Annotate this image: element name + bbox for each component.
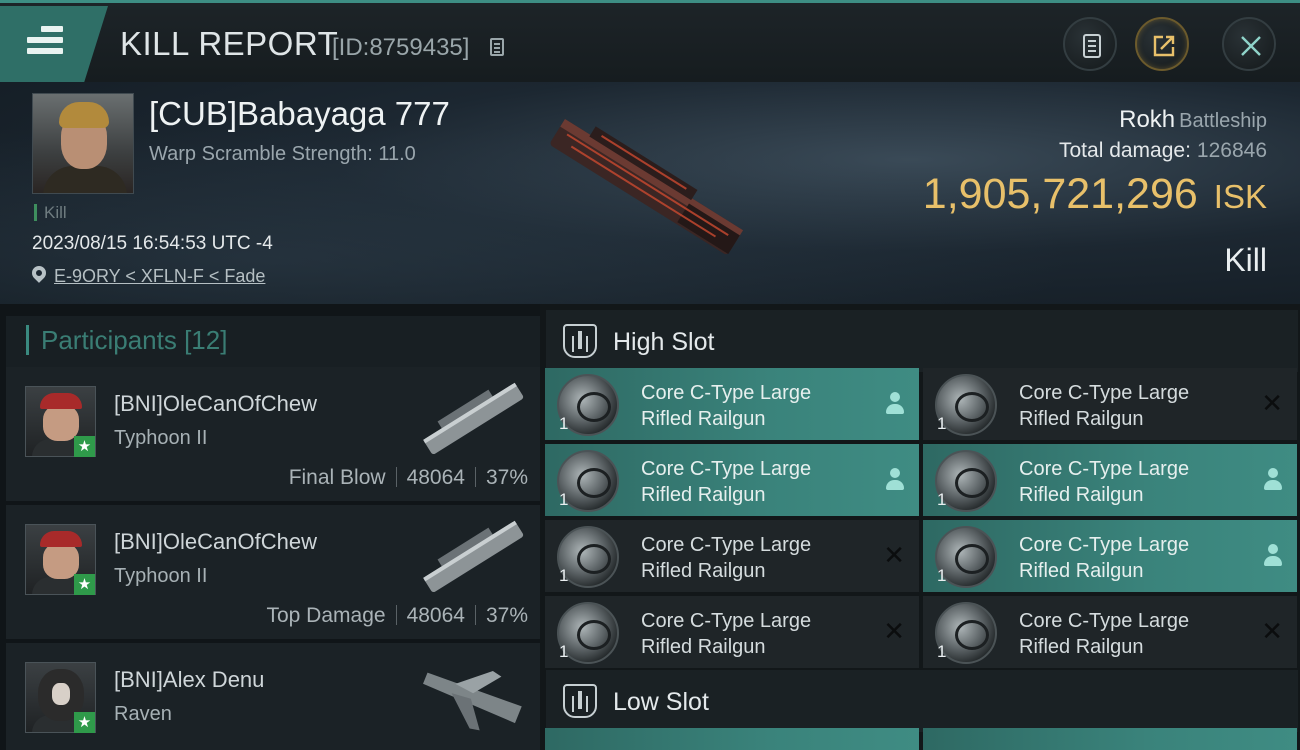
destroyed-x-icon: ✕ xyxy=(1261,388,1283,418)
module-slot-partial[interactable] xyxy=(923,728,1297,750)
victim-ship-name: Rokh Battleship xyxy=(1119,106,1267,133)
close-button[interactable] xyxy=(1222,17,1276,71)
copy-icon[interactable] xyxy=(490,38,504,56)
page-title: KILL REPORT xyxy=(120,25,339,62)
destroyed-x-icon: ✕ xyxy=(883,616,905,646)
participant-percent: 37% xyxy=(485,466,528,489)
participant-row[interactable]: ★ [BNI]OleCanOfChew Typhoon II Top Damag… xyxy=(6,505,540,639)
victim-panel: [CUB]Babayaga 777 Warp Scramble Strength… xyxy=(0,82,1300,304)
victim-portrait[interactable] xyxy=(32,93,134,194)
participant-name: [BNI]OleCanOfChew xyxy=(114,529,317,554)
participant-ship-image xyxy=(423,671,522,731)
isk-unit: ISK xyxy=(1213,178,1267,215)
module-name: Core C-Type Large Rifled Railgun xyxy=(641,382,812,430)
participant-row[interactable]: ★ [BNI]Alex Denu Raven xyxy=(6,643,540,750)
victim-ship-image[interactable] xyxy=(530,104,760,274)
module-quantity: 1 xyxy=(937,414,947,433)
fitting-panel: High Slot 1 Core C-Type Large Rifled Rai… xyxy=(540,304,1300,750)
warp-scramble-strength: Warp Scramble Strength: 11.0 xyxy=(149,143,416,165)
report-type: Kill xyxy=(1224,242,1267,278)
participant-stats: Top Damage 48064 37% xyxy=(266,604,528,628)
participant-role: Final Blow xyxy=(288,466,386,489)
module-name: Core C-Type Large Rifled Railgun xyxy=(1019,458,1190,506)
participant-stats: Final Blow 48064 37% xyxy=(289,466,528,490)
module-slot-partial[interactable] xyxy=(545,728,919,750)
module-name: Core C-Type Large Rifled Railgun xyxy=(641,458,812,506)
module-quantity: 1 xyxy=(937,642,947,661)
module-name: Core C-Type Large Rifled Railgun xyxy=(1019,610,1190,658)
victim-ship-class: Battleship xyxy=(1179,110,1267,132)
kill-tag: Kill xyxy=(34,204,67,221)
share-button[interactable] xyxy=(1135,17,1189,71)
participant-role: Top Damage xyxy=(266,604,386,627)
participant-percent: 37% xyxy=(485,604,528,627)
module-slot[interactable]: 1 Core C-Type Large Rifled Railgun xyxy=(923,444,1297,516)
low-slot-icon xyxy=(563,684,597,718)
dropped-person-icon xyxy=(1263,544,1283,568)
participants-panel: Participants [12] ★ [BNI]OleCanOfChew Ty… xyxy=(0,304,540,750)
kill-datetime: 2023/08/15 16:54:53 UTC -4 xyxy=(32,233,273,254)
dropped-person-icon xyxy=(1263,468,1283,492)
module-name: Core C-Type Large Rifled Railgun xyxy=(1019,534,1190,582)
participant-name: [BNI]Alex Denu xyxy=(114,667,265,692)
module-quantity: 1 xyxy=(559,414,569,433)
participant-row[interactable]: ★ [BNI]OleCanOfChew Typhoon II Final Blo… xyxy=(6,367,540,501)
star-icon: ★ xyxy=(74,712,95,733)
victim-name[interactable]: [CUB]Babayaga 777 xyxy=(149,95,450,133)
participants-count: [12] xyxy=(184,325,228,355)
high-slot-header[interactable]: High Slot xyxy=(546,310,1298,372)
module-quantity: 1 xyxy=(559,566,569,585)
top-bar: KILL REPORT [ID:8759435] xyxy=(0,0,1300,82)
isk-value: 1,905,721,296 ISK xyxy=(922,170,1267,218)
participant-damage: 48064 xyxy=(406,604,465,627)
module-slot[interactable]: 1 Core C-Type Large Rifled Railgun xyxy=(545,444,919,516)
participant-ship: Raven xyxy=(114,703,172,725)
destroyed-x-icon: ✕ xyxy=(883,540,905,570)
module-slot[interactable]: 1 Core C-Type Large Rifled Railgun xyxy=(545,368,919,440)
module-name: Core C-Type Large Rifled Railgun xyxy=(1019,382,1190,430)
participant-ship: Typhoon II xyxy=(114,565,208,587)
dropped-person-icon xyxy=(885,468,905,492)
dropped-person-icon xyxy=(885,392,905,416)
module-quantity: 1 xyxy=(937,490,947,509)
participant-ship-image xyxy=(423,382,524,455)
close-icon xyxy=(1241,36,1261,56)
participants-header[interactable]: Participants [12] xyxy=(6,316,540,370)
menu-button[interactable] xyxy=(0,6,108,82)
kill-location-link[interactable]: E-9ORY < XFLN-F < Fade xyxy=(54,266,265,287)
module-name: Core C-Type Large Rifled Railgun xyxy=(641,610,812,658)
module-quantity: 1 xyxy=(559,642,569,661)
module-quantity: 1 xyxy=(559,490,569,509)
kill-id: [ID:8759435] xyxy=(332,34,470,61)
module-slot[interactable]: 1 Core C-Type Large Rifled Railgun xyxy=(923,520,1297,592)
hamburger-icon xyxy=(27,26,63,59)
clipboard-icon xyxy=(1083,34,1101,58)
module-slot[interactable]: 1 Core C-Type Large Rifled Railgun ✕ xyxy=(923,596,1297,668)
participant-ship-image xyxy=(423,520,524,593)
notes-button[interactable] xyxy=(1063,17,1117,71)
module-slot[interactable]: 1 Core C-Type Large Rifled Railgun ✕ xyxy=(923,368,1297,440)
module-slot[interactable]: 1 Core C-Type Large Rifled Railgun ✕ xyxy=(545,596,919,668)
module-slot[interactable]: 1 Core C-Type Large Rifled Railgun ✕ xyxy=(545,520,919,592)
module-name: Core C-Type Large Rifled Railgun xyxy=(641,534,812,582)
participant-damage: 48064 xyxy=(406,466,465,489)
high-slot-label: High Slot xyxy=(613,328,715,356)
destroyed-x-icon: ✕ xyxy=(1261,616,1283,646)
low-slot-header[interactable]: Low Slot xyxy=(546,670,1298,732)
high-slot-icon xyxy=(563,324,597,358)
location-pin-icon xyxy=(29,263,49,283)
total-damage: Total damage: 126846 xyxy=(1059,139,1267,162)
share-icon xyxy=(1153,35,1175,57)
star-icon: ★ xyxy=(74,574,95,595)
module-quantity: 1 xyxy=(937,566,947,585)
participant-name: [BNI]OleCanOfChew xyxy=(114,391,317,416)
star-icon: ★ xyxy=(74,436,95,457)
participants-title: Participants xyxy=(41,325,177,355)
participant-ship: Typhoon II xyxy=(114,427,208,449)
low-slot-label: Low Slot xyxy=(613,688,709,716)
